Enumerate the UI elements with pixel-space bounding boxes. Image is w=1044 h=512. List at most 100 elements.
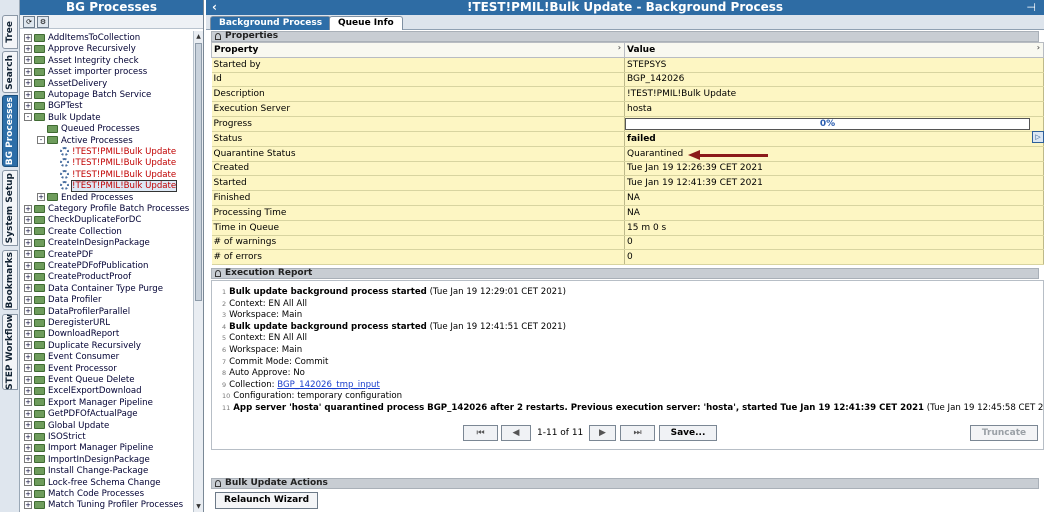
expand-icon[interactable]: +: [24, 33, 32, 42]
tab-bookmarks[interactable]: Bookmarks: [2, 250, 18, 310]
expand-icon[interactable]: +: [24, 409, 32, 418]
expand-icon[interactable]: +: [24, 341, 32, 350]
tree-item[interactable]: + Autopage Batch Service: [24, 90, 151, 101]
pin-icon[interactable]: ⊣: [1026, 0, 1036, 15]
expand-icon[interactable]: +: [24, 101, 32, 110]
expand-icon[interactable]: +: [24, 443, 32, 452]
truncate-button[interactable]: Truncate: [970, 425, 1038, 441]
expand-icon[interactable]: +: [24, 238, 32, 247]
tree-item[interactable]: + CreatePDFofPublication: [24, 261, 148, 272]
tree-item[interactable]: !TEST!PMIL!Bulk Update: [50, 158, 176, 169]
tree-item[interactable]: + Data Container Type Purge: [24, 284, 163, 295]
next-page-button[interactable]: ▶: [589, 425, 616, 441]
expand-icon[interactable]: +: [24, 250, 32, 259]
tree-item[interactable]: + Approve Recursively: [24, 44, 136, 55]
tree-item[interactable]: !TEST!PMIL!Bulk Update: [50, 180, 178, 193]
tree-item[interactable]: + Import Manager Pipeline: [24, 443, 153, 454]
expand-icon[interactable]: +: [24, 364, 32, 373]
tree-item[interactable]: + Data Profiler: [24, 295, 102, 306]
tree-item[interactable]: + Install Change-Package: [24, 466, 148, 477]
collection-link[interactable]: BGP_142026_tmp_input: [277, 380, 380, 390]
expand-icon[interactable]: +: [24, 261, 32, 270]
tree-item[interactable]: + Export Manager Pipeline: [24, 398, 153, 409]
tab-tree[interactable]: Tree: [2, 15, 18, 49]
tree-item[interactable]: !TEST!PMIL!Bulk Update: [50, 169, 176, 181]
expand-icon[interactable]: +: [24, 204, 32, 213]
expand-icon[interactable]: +: [24, 44, 32, 53]
settings-icon[interactable]: ⚙: [37, 16, 49, 28]
tab-step-workflow[interactable]: STEP Workflow: [2, 314, 18, 390]
expand-icon[interactable]: +: [24, 478, 32, 487]
tree-item[interactable]: + Event Consumer: [24, 352, 119, 363]
expand-icon[interactable]: +: [24, 56, 32, 65]
expand-icon[interactable]: +: [24, 90, 32, 99]
execution-report-section-header[interactable]: Execution Report: [211, 268, 1039, 279]
tree-item[interactable]: + CreateProductProof: [24, 272, 131, 283]
tree-item[interactable]: + DownloadReport: [24, 329, 119, 340]
scroll-up-arrow-icon[interactable]: ▲: [194, 32, 203, 41]
expand-icon[interactable]: +: [24, 455, 32, 464]
expand-icon[interactable]: +: [24, 398, 32, 407]
tree-item[interactable]: + Create Collection: [24, 227, 122, 238]
bulk-update-actions-section-header[interactable]: Bulk Update Actions: [211, 478, 1039, 489]
tree-item[interactable]: + Match Code Processes: [24, 489, 144, 500]
tree-item[interactable]: !TEST!PMIL!Bulk Update: [50, 147, 176, 158]
expand-icon[interactable]: +: [24, 307, 32, 316]
tree-item[interactable]: + Category Profile Batch Processes: [24, 204, 189, 215]
expand-icon[interactable]: +: [24, 386, 32, 395]
column-header-value[interactable]: Value ›: [624, 42, 1044, 58]
expand-icon[interactable]: +: [24, 375, 32, 384]
expand-icon[interactable]: +: [24, 284, 32, 293]
previous-page-button[interactable]: ◀: [501, 425, 531, 441]
properties-section-header[interactable]: Properties: [211, 31, 1039, 42]
expand-icon[interactable]: +: [24, 295, 32, 304]
tree-item[interactable]: Queued Processes: [37, 124, 140, 135]
tab-queue-info[interactable]: Queue Info: [329, 16, 403, 30]
tree-item[interactable]: + ExcelExportDownload: [24, 386, 142, 397]
expand-icon[interactable]: +: [24, 352, 32, 361]
expand-icon[interactable]: +: [24, 489, 32, 498]
tree-item[interactable]: + ImportInDesignPackage: [24, 455, 150, 466]
tree-scrollbar[interactable]: ▲ ▼: [193, 31, 203, 512]
expand-icon[interactable]: +: [24, 227, 32, 236]
scrollbar-thumb[interactable]: [195, 43, 202, 301]
expand-icon[interactable]: +: [24, 466, 32, 475]
first-page-button[interactable]: ⏮: [463, 425, 498, 441]
tree-item[interactable]: + Asset Integrity check: [24, 56, 139, 67]
pin-icon[interactable]: [215, 270, 221, 277]
tree-item[interactable]: + Lock-free Schema Change: [24, 478, 161, 489]
expand-icon[interactable]: +: [24, 421, 32, 430]
tree-item[interactable]: + Global Update: [24, 421, 109, 432]
tree-item[interactable]: + DataProfilerParallel: [24, 307, 130, 318]
tab-bg-processes[interactable]: BG Processes: [2, 95, 18, 167]
tree-item[interactable]: + ISOStrict: [24, 432, 86, 443]
expand-icon[interactable]: +: [24, 318, 32, 327]
collapse-icon[interactable]: -: [24, 113, 32, 122]
pin-icon[interactable]: [215, 480, 221, 487]
tree-item[interactable]: + Ended Processes: [37, 193, 133, 204]
relaunch-wizard-button[interactable]: Relaunch Wizard: [215, 492, 318, 509]
tree-item[interactable]: + Match Tuning Profiler Processes: [24, 500, 183, 511]
tree-item[interactable]: + Event Queue Delete: [24, 375, 135, 386]
tree-item[interactable]: - Active Processes: [37, 136, 133, 147]
tree-item[interactable]: + Duplicate Recursively: [24, 341, 141, 352]
expand-icon[interactable]: +: [37, 193, 45, 202]
tree-item[interactable]: + CreatePDF: [24, 250, 93, 261]
tree-item[interactable]: - Bulk Update: [24, 113, 101, 124]
tree-item[interactable]: + BGPTest: [24, 101, 83, 112]
expand-icon[interactable]: +: [24, 79, 32, 88]
expand-icon[interactable]: +: [24, 432, 32, 441]
pin-icon[interactable]: [215, 33, 221, 40]
last-page-button[interactable]: ⏭: [620, 425, 655, 441]
tab-background-process[interactable]: Background Process: [210, 16, 332, 30]
expand-icon[interactable]: +: [24, 67, 32, 76]
scroll-down-arrow-icon[interactable]: ▼: [194, 502, 203, 511]
tab-system-setup[interactable]: System Setup: [2, 170, 18, 246]
tree-item[interactable]: + CreateInDesignPackage: [24, 238, 150, 249]
tree-item[interactable]: + AddItemsToCollection: [24, 33, 140, 44]
expand-icon[interactable]: +: [24, 500, 32, 509]
expand-icon[interactable]: +: [24, 272, 32, 281]
tree-item[interactable]: + AssetDelivery: [24, 79, 107, 90]
tab-search[interactable]: Search: [2, 51, 18, 93]
status-details-button[interactable]: ▷: [1032, 131, 1044, 143]
